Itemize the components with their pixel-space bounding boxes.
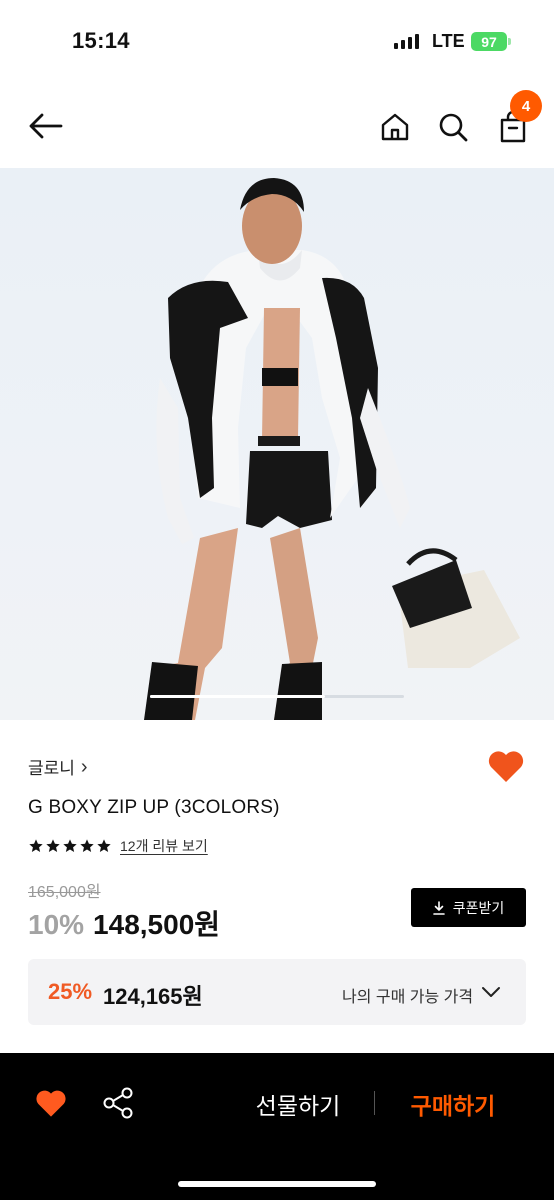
- share-icon: [103, 1087, 133, 1119]
- status-bar: 15:14 LTE 97: [0, 0, 554, 84]
- product-photo: [144, 178, 520, 720]
- heart-icon: [488, 751, 524, 782]
- coupon-label: 쿠폰받기: [452, 899, 505, 916]
- download-icon: [432, 900, 445, 915]
- gift-button[interactable]: 선물하기: [238, 1087, 358, 1121]
- top-nav: [0, 84, 554, 168]
- review-link[interactable]: 12개 리뷰 보기: [120, 836, 208, 856]
- battery-level: 97: [481, 33, 497, 50]
- home-indicator: [178, 1181, 376, 1187]
- my-price: 124,165원: [103, 984, 203, 1009]
- buy-button[interactable]: 구매하기: [396, 1087, 510, 1121]
- carousel-indicator-fill: [150, 695, 326, 698]
- home-button[interactable]: [374, 106, 416, 148]
- home-icon: [381, 113, 409, 141]
- brand-name: 글로니: [28, 759, 75, 778]
- cart-count-badge: 4: [510, 90, 542, 122]
- status-time: 15:14: [72, 28, 130, 53]
- bottom-divider: [374, 1091, 375, 1115]
- heart-icon: [36, 1090, 66, 1117]
- network-label: LTE: [432, 31, 465, 51]
- battery-icon: 97: [471, 32, 507, 51]
- product-image-carousel[interactable]: [0, 168, 554, 720]
- search-button[interactable]: [432, 106, 474, 148]
- star-icon: [97, 839, 111, 852]
- battery-cap: [508, 38, 511, 45]
- my-price-dropdown[interactable]: 25% 124,165원 나의 구매 가능 가격: [28, 959, 526, 1025]
- chevron-down-icon: [482, 987, 500, 997]
- rating-row: 12개 리뷰 보기: [28, 836, 208, 856]
- share-button[interactable]: [102, 1086, 136, 1120]
- my-price-label: 나의 구매 가능 가격: [342, 989, 474, 1006]
- star-icon: [63, 839, 77, 852]
- bottom-wishlist-button[interactable]: [34, 1087, 68, 1119]
- brand-chevron-icon: ›: [80, 755, 88, 778]
- brand-link[interactable]: 글로니 ›: [28, 754, 88, 779]
- star-icon: [46, 839, 60, 852]
- star-icon: [29, 839, 43, 852]
- bottom-action-bar: 선물하기 구매하기: [0, 1053, 554, 1200]
- star-icon: [80, 839, 94, 852]
- coupon-button[interactable]: 쿠폰받기: [411, 888, 526, 927]
- sale-price: 148,500원: [93, 909, 221, 940]
- price-row: 10% 148,500원: [28, 903, 220, 943]
- back-button[interactable]: [22, 106, 68, 146]
- wishlist-button[interactable]: [486, 748, 526, 788]
- carousel-indicator: [150, 695, 404, 698]
- signal-icon: [394, 33, 419, 49]
- back-arrow-icon: [29, 113, 63, 139]
- original-price: 165,000원: [28, 884, 101, 901]
- search-icon: [439, 113, 468, 142]
- rating-stars: [28, 838, 112, 854]
- discount-rate: 10%: [28, 909, 85, 940]
- product-title: G BOXY ZIP UP (3COLORS): [28, 797, 280, 818]
- my-discount-rate: 25%: [48, 979, 93, 1004]
